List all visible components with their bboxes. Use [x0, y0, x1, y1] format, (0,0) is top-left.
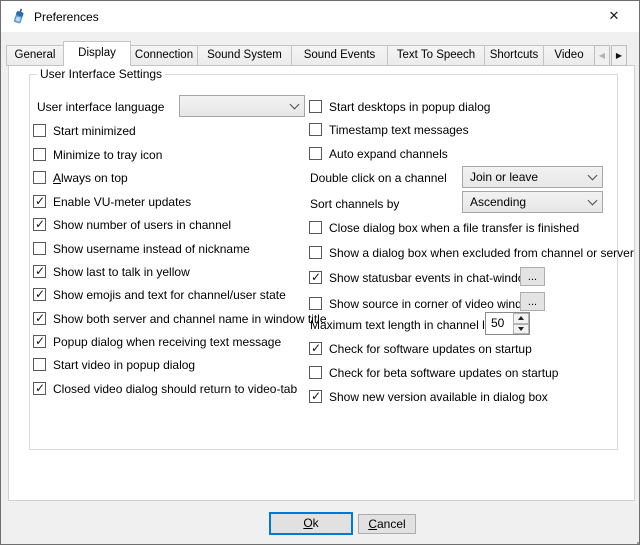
tab-bar: General Display Connection Sound System …	[6, 41, 595, 66]
checkbox[interactable]	[33, 382, 46, 395]
tab-shortcuts[interactable]: Shortcuts	[484, 45, 544, 66]
checkbox[interactable]	[309, 123, 322, 136]
double-click-label: Double click on a channel	[310, 171, 447, 185]
checkbox-always-on-top[interactable]: Always on top	[33, 171, 128, 185]
cancel-button[interactable]: Cancel	[358, 514, 416, 534]
checkbox-timestamp-messages[interactable]: Timestamp text messages	[309, 123, 469, 137]
checkbox[interactable]	[33, 265, 46, 278]
checkbox-server-channel-title[interactable]: Show both server and channel name in win…	[33, 312, 327, 326]
app-icon	[11, 8, 27, 24]
spin-up-icon[interactable]	[513, 313, 529, 324]
checkbox[interactable]	[309, 221, 322, 234]
close-icon: ✕	[609, 8, 620, 24]
group-title: User Interface Settings	[37, 67, 165, 81]
tab-connection[interactable]: Connection	[130, 45, 198, 66]
checkbox[interactable]	[309, 271, 322, 284]
checkbox[interactable]	[33, 358, 46, 371]
checkbox-video-source-corner[interactable]: Show source in corner of video window	[309, 297, 537, 311]
language-label: User interface language	[37, 100, 164, 114]
tab-text-to-speech[interactable]: Text To Speech	[387, 45, 485, 66]
checkbox[interactable]	[33, 335, 46, 348]
statusbar-events-more-button[interactable]: ...	[520, 267, 545, 286]
checkbox-statusbar-events[interactable]: Show statusbar events in chat-window	[309, 271, 533, 285]
checkbox-excluded-dialog[interactable]: Show a dialog box when excluded from cha…	[309, 246, 634, 260]
resize-grip[interactable]	[633, 538, 635, 540]
checkbox[interactable]	[309, 147, 322, 160]
spin-down-icon[interactable]	[513, 324, 529, 335]
chevron-down-icon	[582, 167, 602, 187]
spinner-buttons	[513, 313, 529, 334]
checkbox-username-instead-nickname[interactable]: Show username instead of nickname	[33, 242, 250, 256]
tab-sound-events[interactable]: Sound Events	[291, 45, 388, 66]
checkbox-check-updates[interactable]: Check for software updates on startup	[309, 342, 532, 356]
tab-scroll-right-icon[interactable]: ▶	[611, 45, 627, 66]
checkbox-popup-text-message[interactable]: Popup dialog when receiving text message	[33, 335, 281, 349]
double-click-value: Join or leave	[463, 170, 582, 184]
checkbox-vu-meter[interactable]: Enable VU-meter updates	[33, 195, 191, 209]
checkbox[interactable]	[309, 100, 322, 113]
sort-channels-label: Sort channels by	[310, 197, 399, 211]
checkbox[interactable]	[309, 342, 322, 355]
checkbox-auto-expand-channels[interactable]: Auto expand channels	[309, 147, 448, 161]
checkbox[interactable]	[33, 218, 46, 231]
checkbox-minimize-to-tray[interactable]: Minimize to tray icon	[33, 148, 162, 162]
tab-sound-system[interactable]: Sound System	[197, 45, 292, 66]
checkbox-closed-video-return[interactable]: Closed video dialog should return to vid…	[33, 382, 297, 396]
window-title: Preferences	[34, 10, 99, 24]
checkbox[interactable]	[309, 390, 322, 403]
tab-display[interactable]: Display	[63, 41, 131, 66]
sort-channels-combobox[interactable]: Ascending	[462, 191, 603, 213]
checkbox-video-popup[interactable]: Start video in popup dialog	[33, 358, 195, 372]
tab-video[interactable]: Video	[543, 45, 595, 66]
max-text-length-value[interactable]: 50	[486, 313, 513, 334]
close-button[interactable]: ✕	[595, 1, 633, 31]
chevron-down-icon	[582, 192, 602, 212]
preferences-window: Preferences ✕ General Display Connection…	[0, 0, 640, 545]
checkbox-desktops-popup[interactable]: Start desktops in popup dialog	[309, 100, 490, 114]
checkbox-check-beta-updates[interactable]: Check for beta software updates on start…	[309, 366, 558, 380]
checkbox-show-user-count[interactable]: Show number of users in channel	[33, 218, 231, 232]
checkbox[interactable]	[33, 288, 46, 301]
checkbox-new-version-dialog[interactable]: Show new version available in dialog box	[309, 390, 548, 404]
tab-general[interactable]: General	[6, 45, 64, 66]
checkbox[interactable]	[33, 195, 46, 208]
checkbox[interactable]	[309, 246, 322, 259]
double-click-combobox[interactable]: Join or leave	[462, 166, 603, 188]
ok-button[interactable]: Ok	[269, 512, 353, 535]
checkbox[interactable]	[309, 366, 322, 379]
video-source-more-button[interactable]: ...	[520, 292, 545, 311]
titlebar[interactable]: Preferences ✕	[1, 1, 639, 32]
chevron-down-icon	[284, 96, 304, 116]
checkbox[interactable]	[309, 297, 322, 310]
checkbox[interactable]	[33, 148, 46, 161]
checkbox-start-minimized[interactable]: Start minimized	[33, 124, 136, 138]
checkbox[interactable]	[33, 242, 46, 255]
checkbox[interactable]	[33, 171, 46, 184]
checkbox[interactable]	[33, 124, 46, 137]
checkbox-emojis-state[interactable]: Show emojis and text for channel/user st…	[33, 288, 286, 302]
max-text-length-spinner[interactable]: 50	[485, 312, 530, 335]
sort-channels-value: Ascending	[463, 195, 582, 209]
max-text-length-label: Maximum text length in channel list	[310, 318, 497, 332]
checkbox-close-on-transfer[interactable]: Close dialog box when a file transfer is…	[309, 221, 579, 235]
checkbox[interactable]	[33, 312, 46, 325]
checkbox-last-talk-yellow[interactable]: Show last to talk in yellow	[33, 265, 190, 279]
tab-scroll-left-icon[interactable]: ◀	[594, 45, 610, 66]
language-combobox[interactable]	[179, 95, 305, 117]
